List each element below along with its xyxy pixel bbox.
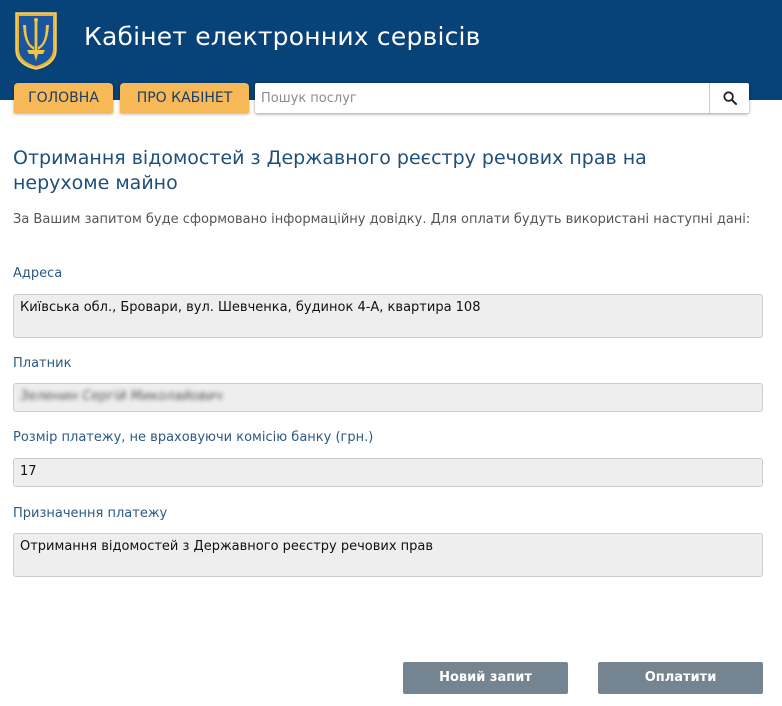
search-button[interactable] [709,83,749,113]
search-input[interactable] [255,83,707,113]
nav-home-button[interactable]: ГОЛОВНА [14,83,113,113]
address-label: Адреса [13,266,63,281]
new-request-button[interactable]: Новий запит [403,662,568,694]
pay-button[interactable]: Оплатити [598,662,763,694]
amount-label: Розмір платежу, не враховуючи комісію ба… [13,430,374,445]
search-icon [723,91,737,105]
site-title: Кабінет електронних сервісів [84,22,481,51]
amount-field[interactable]: 17 [13,458,763,487]
page-title: Отримання відомостей з Державного реєстр… [13,147,647,194]
trident-shield-icon[interactable] [13,10,59,71]
payer-field[interactable]: Зеленин Сергій Миколайович [13,383,763,412]
intro-text: За Вашим запитом буде сформовано інформа… [13,212,751,227]
payer-label: Платник [13,356,72,371]
purpose-label: Призначення платежу [13,506,168,521]
search-box [255,83,749,113]
payer-name-redacted: Зеленин Сергій Миколайович [20,389,223,404]
nav-about-button[interactable]: ПРО КАБІНЕТ [120,83,249,113]
address-field[interactable]: Київська обл., Бровари, вул. Шевченка, б… [13,294,763,338]
purpose-field[interactable]: Отримання відомостей з Державного реєстр… [13,533,763,577]
